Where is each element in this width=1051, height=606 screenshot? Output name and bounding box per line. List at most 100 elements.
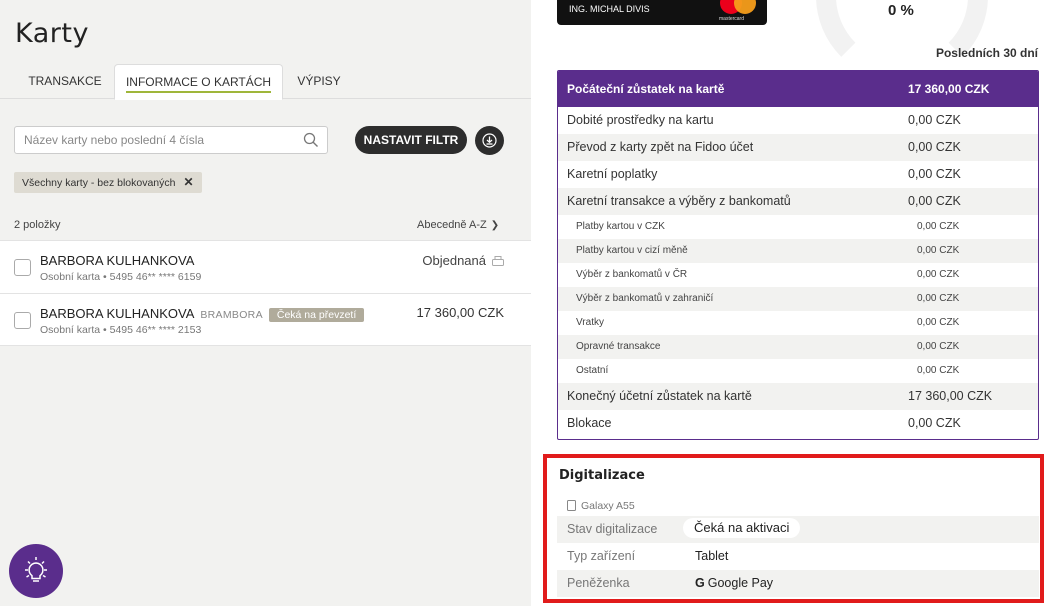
page-title: Karty: [15, 18, 89, 49]
card-holder: ING. MICHAL DIVIS: [569, 4, 650, 14]
download-icon: [482, 133, 497, 148]
digitalization-status-row: Stav digitalizace Čeká na aktivaci: [557, 516, 1039, 543]
summary-row: Převod z karty zpět na Fidoo účet 0,00 CZ…: [558, 134, 1038, 161]
summary-label: Karetní poplatky: [567, 167, 658, 181]
google-icon: G: [695, 576, 705, 590]
summary-label: Konečný účetní zůstatek na kartě: [567, 389, 752, 403]
device-type-value: Tablet: [695, 549, 729, 563]
tab-bar: TRANSAKCE INFORMACE O KARTÁCH VÝPISY: [0, 64, 531, 100]
wallet-name: Google Pay: [707, 576, 774, 590]
search-icon[interactable]: [303, 132, 319, 148]
summary-row: Dobité prostředky na kartu 0,00 CZK: [558, 107, 1038, 134]
summary-value: 0,00 CZK: [908, 167, 961, 181]
summary-sublabel: Výběr z bankomatů v zahraničí: [576, 293, 714, 304]
divider: [0, 345, 531, 346]
tablet-icon: [567, 500, 576, 511]
digitalization-title: Digitalizace: [559, 468, 645, 483]
summary-subvalue: 0,00 CZK: [917, 317, 960, 328]
digitalization-label: Typ zařízení: [567, 549, 636, 563]
summary-subrow: Výběr z bankomatů v ČR 0,00 CZK: [558, 263, 1038, 287]
tab-card-info-label: INFORMACE O KARTÁCH: [125, 75, 272, 93]
summary-subrow: Výběr z bankomatů v zahraničí 0,00 CZK: [558, 287, 1038, 311]
blocked-row: Blokace 0,00 CZK: [558, 410, 1038, 437]
sort-dropdown[interactable]: Abecedně A-Z ❯: [417, 219, 499, 231]
set-filter-button[interactable]: NASTAVIT FILTR: [355, 126, 467, 154]
card-holder-name: BARBORA KULHANKOVA BRAMBORA Čeká na převze…: [40, 306, 365, 322]
card-row[interactable]: BARBORA KULHANKOVA Osobní karta • 5495 4…: [0, 240, 531, 293]
summary-label: Blokace: [567, 416, 612, 430]
summary-value: 0,00 CZK: [908, 194, 961, 208]
card-details: Osobní karta • 5495 46** **** 6159: [40, 271, 202, 283]
summary-label: Dobité prostředky na kartu: [567, 113, 714, 127]
digitalization-label: Stav digitalizace: [567, 522, 658, 536]
summary-subrow: Vratky 0,00 CZK: [558, 311, 1038, 335]
summary-sublabel: Platby kartou v cizí měně: [576, 245, 688, 256]
status-badge: Čeká na převzetí: [268, 308, 365, 322]
opening-balance-row: Počáteční zůstatek na kartě 17 360,00 CZ…: [558, 71, 1038, 107]
device-label: Galaxy A55: [567, 500, 635, 512]
closing-balance-row: Konečný účetní zůstatek na kartě 17 360,0…: [558, 383, 1038, 410]
summary-sublabel: Výběr z bankomatů v ČR: [576, 269, 688, 280]
active-filter-label: Všechny karty - bez blokovaných: [22, 177, 176, 189]
summary-subvalue: 0,00 CZK: [917, 293, 960, 304]
tab-statements[interactable]: VÝPISY: [284, 64, 354, 99]
wallet-row: Peněženka G Google Pay: [557, 570, 1039, 597]
digitalization-label: Peněženka: [567, 576, 630, 590]
cards-panel: Karty TRANSAKCE INFORMACE O KARTÁCH VÝPI…: [0, 0, 531, 606]
remove-filter-icon[interactable]: ✕: [184, 175, 194, 189]
usage-percent: 0 %: [888, 2, 914, 19]
summary-subvalue: 0,00 CZK: [917, 365, 960, 376]
help-button[interactable]: [9, 544, 63, 598]
summary-subrow: Platby kartou v CZK 0,00 CZK: [558, 215, 1038, 239]
card-holder-name-text: BARBORA KULHANKOVA: [40, 253, 195, 268]
card-row[interactable]: BARBORA KULHANKOVA BRAMBORA Čeká na převze…: [0, 293, 531, 346]
search-box: [14, 126, 328, 154]
chevron-down-icon: ❯: [490, 220, 500, 231]
tab-transactions[interactable]: TRANSAKCE: [18, 64, 112, 99]
tab-card-info[interactable]: INFORMACE O KARTÁCH: [114, 64, 283, 100]
active-filter-chip: Všechny karty - bez blokovaných ✕: [14, 172, 202, 193]
device-type-row: Typ zařízení Tablet: [557, 543, 1039, 570]
summary-sublabel: Opravné transakce: [576, 341, 661, 352]
summary-value: 0,00 CZK: [908, 416, 961, 430]
summary-sublabel: Ostatní: [576, 365, 609, 376]
wallet-value: G Google Pay: [695, 570, 773, 597]
row-checkbox[interactable]: [14, 312, 31, 329]
printer-icon: [492, 256, 504, 266]
period-label: Posledních 30 dní: [935, 46, 1038, 60]
summary-value: 0,00 CZK: [908, 113, 961, 127]
summary-row: Karetní poplatky 0,00 CZK: [558, 161, 1038, 188]
card-status: Objednaná: [422, 253, 504, 268]
card-holder-name-text: BARBORA KULHANKOVA: [40, 306, 195, 321]
summary-subvalue: 0,00 CZK: [917, 245, 960, 256]
card-details: Osobní karta • 5495 46** **** 2153: [40, 324, 202, 336]
sort-label: Abecedně A-Z: [417, 219, 487, 231]
summary-subvalue: 0,00 CZK: [917, 269, 960, 280]
search-input[interactable]: [15, 127, 285, 153]
row-checkbox[interactable]: [14, 259, 31, 276]
card-image: ING. MICHAL DIVIS mastercard: [557, 0, 767, 25]
opening-balance-value: 17 360,00 CZK: [908, 82, 990, 96]
lightbulb-icon: [25, 557, 47, 582]
device-name: Galaxy A55: [581, 500, 635, 512]
summary-label: Převod z karty zpět na Fidoo účet: [567, 140, 754, 154]
summary-subrow: Platby kartou v cizí měně 0,00 CZK: [558, 239, 1038, 263]
summary-subrow: Opravné transakce 0,00 CZK: [558, 335, 1038, 359]
summary-sublabel: Platby kartou v CZK: [576, 221, 665, 232]
summary-value: 0,00 CZK: [908, 140, 961, 154]
card-status-text: Objednaná: [422, 253, 486, 268]
digitalization-section: Digitalizace Galaxy A55 Stav digitalizac…: [543, 454, 1044, 603]
card-balance: 17 360,00 CZK: [416, 305, 504, 320]
download-button[interactable]: [475, 126, 504, 155]
card-holder-name: BARBORA KULHANKOVA: [40, 253, 194, 268]
summary-label: Karetní transakce a výběry z bankomatů: [567, 194, 791, 208]
opening-balance-label: Počáteční zůstatek na kartě: [567, 82, 725, 96]
card-nickname: BRAMBORA: [200, 309, 263, 321]
balance-summary-table: Počáteční zůstatek na kartě 17 360,00 CZ…: [557, 70, 1039, 440]
digitalization-status-value: Čeká na aktivaci: [683, 518, 801, 538]
item-count: 2 položky: [14, 219, 61, 231]
summary-subrow: Ostatní 0,00 CZK: [558, 359, 1038, 383]
summary-row: Karetní transakce a výběry z bankomatů 0,…: [558, 188, 1038, 215]
summary-subvalue: 0,00 CZK: [917, 341, 960, 352]
summary-subvalue: 0,00 CZK: [917, 221, 960, 232]
